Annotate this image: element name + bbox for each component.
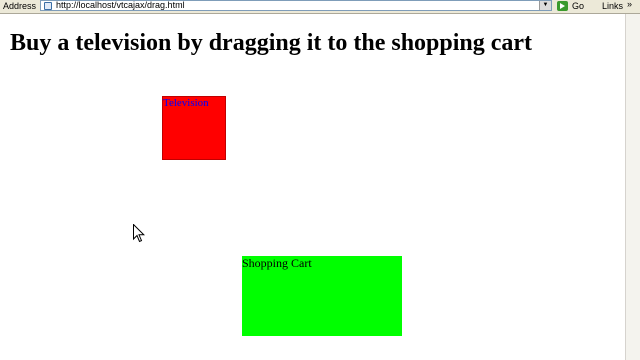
television-draggable[interactable]: Television xyxy=(162,96,226,160)
shopping-cart-dropzone[interactable]: Shopping Cart xyxy=(242,256,402,336)
page-title: Buy a television by dragging it to the s… xyxy=(10,30,533,56)
go-label: Go xyxy=(572,1,585,11)
vertical-scrollbar[interactable] xyxy=(625,14,640,360)
url-dropdown-button[interactable]: ▼ xyxy=(539,1,551,10)
mouse-pointer-icon xyxy=(133,224,145,243)
chevron-right-icon[interactable]: » xyxy=(627,0,632,10)
address-label: Address xyxy=(3,1,37,11)
links-button[interactable]: Links xyxy=(602,0,623,12)
go-button[interactable]: Go xyxy=(556,0,594,12)
address-bar: Address http://localhost/vtcajax/drag.ht… xyxy=(0,0,640,14)
television-label: Television xyxy=(163,97,209,109)
go-arrow-icon xyxy=(557,1,568,11)
shopping-cart-label: Shopping Cart xyxy=(242,256,312,270)
url-field[interactable]: http://localhost/vtcajax/drag.html ▼ xyxy=(40,0,552,11)
page-icon xyxy=(44,2,52,10)
url-text[interactable]: http://localhost/vtcajax/drag.html xyxy=(56,0,185,11)
